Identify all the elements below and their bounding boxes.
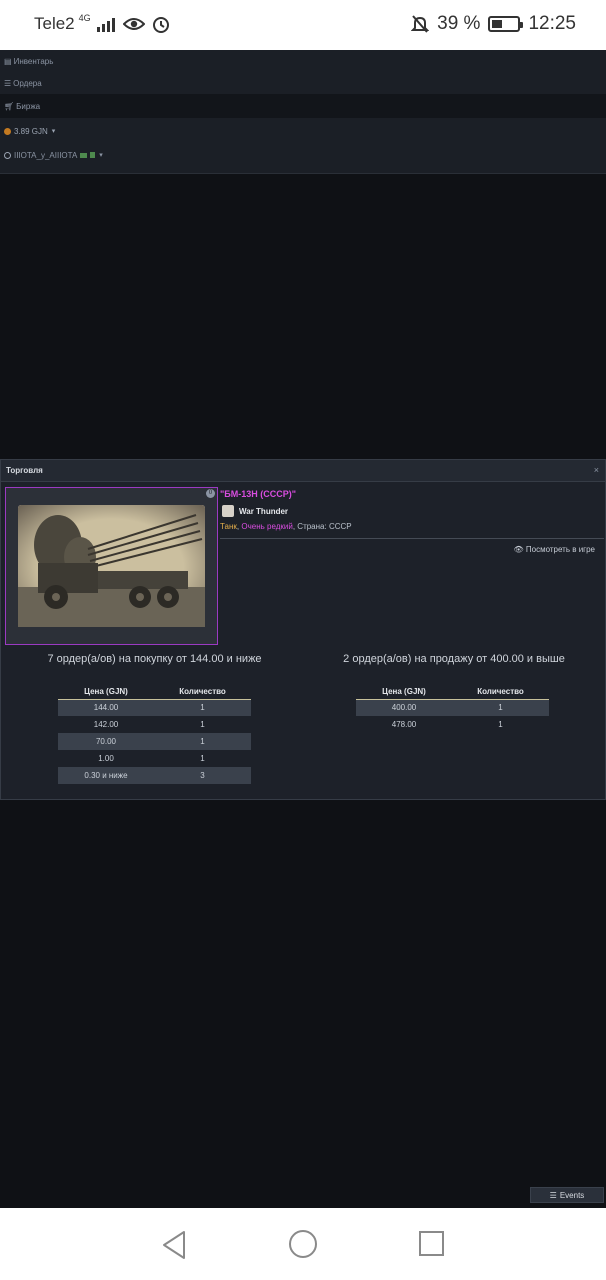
home-icon[interactable]	[289, 1230, 317, 1258]
quantity-cell: 1	[452, 699, 549, 716]
view-in-game-label: Посмотреть в игре	[525, 545, 595, 554]
recent-apps-icon[interactable]	[419, 1231, 444, 1256]
menu-item-orders[interactable]: ☰ Ордера	[0, 72, 606, 94]
shield-icon	[90, 152, 96, 158]
list-icon: ☰	[4, 78, 12, 88]
menu-item-label: Инвентарь	[13, 56, 54, 66]
carrier-label: Tele2	[34, 14, 75, 33]
events-label: Events	[559, 1190, 585, 1200]
divider	[220, 538, 604, 539]
table-row: 142.00 1	[58, 716, 251, 733]
item-image-frame[interactable]: 0	[5, 487, 218, 645]
back-icon[interactable]	[161, 1230, 187, 1260]
alarm-icon	[152, 17, 169, 33]
chevron-down-icon: ▾	[99, 152, 103, 159]
list-icon: ☰	[549, 1190, 557, 1200]
price-cell: 142.00	[93, 720, 119, 729]
table-row: 400.00 1	[356, 699, 549, 716]
menu-item-label: Ордера	[13, 78, 42, 88]
buy-orders-heading: 7 ордер(а/ов) на покупку от 144.00 и ниж…	[47, 653, 262, 665]
sell-orders-heading: 2 ордер(а/ов) на продажу от 400.00 и выш…	[343, 653, 565, 665]
item-title: "БМ-13Н (СССР)"	[220, 489, 297, 499]
clock-label: 12:25	[528, 13, 576, 34]
quantity-cell: 1	[498, 720, 503, 729]
price-cell: 478.00	[391, 720, 417, 729]
game-name: War Thunder	[239, 506, 289, 516]
tag-type: Танк	[220, 522, 237, 531]
eye-icon: 👁︎	[513, 545, 524, 554]
status-bar: Tele2 4G 39 % 12:25	[0, 0, 606, 50]
user-dropdown[interactable]: IIIOTA_y_AIIIOTA ▾	[0, 144, 606, 166]
battery-percent-label: 39 %	[437, 13, 481, 34]
view-in-game-link[interactable]: 👁︎ Посмотреть в игре	[514, 545, 595, 554]
table-row: 144.00 1	[58, 699, 251, 716]
column-header-price: Цена (GJN)	[58, 685, 154, 700]
mail-icon	[80, 152, 88, 158]
notifications-off-icon	[411, 15, 430, 33]
column-header-price: Цена (GJN)	[356, 685, 452, 700]
wallet-dropdown[interactable]: 3.89 GJN ▾	[0, 118, 606, 144]
item-image	[18, 505, 205, 627]
events-button[interactable]: ☰ Events	[530, 1187, 604, 1203]
balance-label: 3.89 GJN	[14, 126, 48, 136]
price-cell: 1.00	[98, 754, 114, 763]
price-cell: 144.00	[58, 699, 154, 716]
item-count-badge: 0	[206, 489, 215, 498]
game-logo-icon	[222, 505, 234, 517]
signal-icon	[96, 16, 115, 32]
panel-title: Торговля	[6, 466, 43, 475]
tag-country: , Страна: СССР	[292, 522, 352, 531]
tag-rarity: Очень редкий	[241, 522, 293, 531]
quantity-cell: 3	[154, 767, 251, 784]
item-tags: Танк, Очень редкий, Страна: СССР	[220, 522, 352, 531]
eye-icon	[122, 18, 145, 30]
column-header-quantity: Количество	[154, 685, 251, 700]
network-type-label: 4G	[78, 12, 91, 23]
battery-icon	[488, 16, 524, 32]
cart-icon: 🛒︎	[4, 101, 15, 111]
sell-orders-table: Цена (GJN) Количество 400.00 1 478.00 1	[356, 685, 549, 733]
menu-item-label: Биржа	[16, 101, 41, 111]
navigation-bar	[0, 1208, 606, 1280]
username-label: IIIOTA_y_AIIIOTA	[14, 150, 78, 160]
table-row: 478.00 1	[356, 716, 549, 733]
menu-item-inventory[interactable]: ▤ Инвентарь	[0, 50, 606, 72]
briefcase-icon: ▤	[4, 56, 12, 66]
game-info: War Thunder	[222, 505, 288, 517]
table-row: 0.30 и ниже 3	[58, 767, 251, 784]
table-row: 70.00 1	[58, 733, 251, 750]
quantity-cell: 1	[200, 754, 205, 763]
price-cell: 70.00	[58, 733, 154, 750]
buy-orders-table: Цена (GJN) Количество 144.00 1 142.00 1 …	[58, 685, 251, 784]
trade-panel: Торговля × 0 "БМ-13Н (СССР)" War Thunder…	[0, 459, 606, 800]
close-icon[interactable]: ×	[594, 465, 599, 475]
coin-icon	[4, 127, 11, 135]
column-header-quantity: Количество	[452, 685, 549, 700]
price-cell: 400.00	[356, 699, 452, 716]
price-cell: 0.30 и ниже	[58, 767, 154, 784]
quantity-cell: 1	[200, 720, 205, 729]
quantity-cell: 1	[154, 733, 251, 750]
menu-item-exchange[interactable]: 🛒︎ Биржа	[0, 94, 606, 118]
user-icon	[4, 151, 11, 159]
site-menu: ▤ Инвентарь ☰ Ордера 🛒︎ Биржа 3.89 GJN ▾…	[0, 50, 606, 174]
panel-header: Торговля	[1, 460, 605, 482]
chevron-down-icon: ▾	[51, 128, 56, 135]
quantity-cell: 1	[154, 699, 251, 716]
table-row: 1.00 1	[58, 750, 251, 767]
